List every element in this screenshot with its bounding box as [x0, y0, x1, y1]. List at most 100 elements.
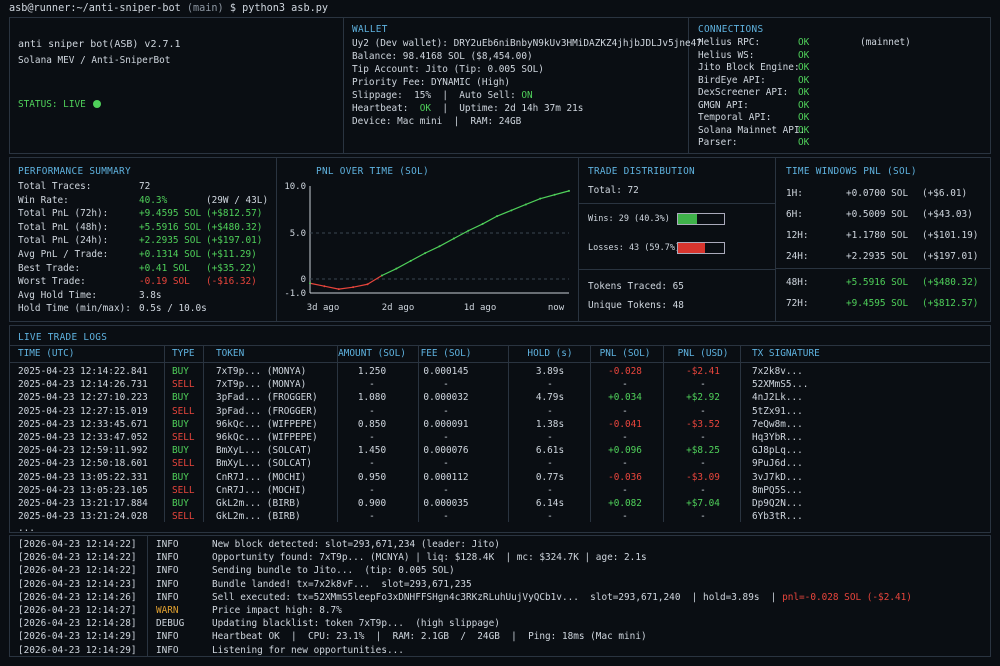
- pnl-data-point: [510, 209, 513, 212]
- pnl-line-segment: [353, 283, 368, 288]
- table-cell: 0.000076: [423, 445, 469, 457]
- console-timestamp: [2026-04-23 12:14:29]: [18, 644, 137, 656]
- table-cell: -: [700, 511, 706, 523]
- table-ellipsis: ...: [18, 523, 35, 534]
- performance-value: +5.5916 SOL: [139, 221, 202, 233]
- table-cell: BmXyL... (SOLCAT): [216, 445, 312, 457]
- console-message: Sending bundle to Jito... (tip: 0.005 SO…: [212, 566, 455, 575]
- connection-name: GMGN API:: [698, 99, 749, 111]
- pnl-line-segment: [540, 194, 555, 200]
- performance-value: +0.1314 SOL: [139, 249, 202, 260]
- y-tick-label: 10.0: [284, 182, 306, 192]
- connection-status: OK: [798, 87, 810, 98]
- time-window-usd: (+$480.32): [922, 277, 979, 288]
- y-tick-label: 5.0: [290, 229, 306, 239]
- pnl-series: [309, 189, 570, 291]
- console-message-text: New block detected: slot=293,671,234 (le…: [212, 539, 500, 550]
- pnl-data-point: [452, 237, 455, 240]
- unique-tokens: Unique Tokens: 48: [588, 300, 684, 311]
- table-cell: -: [443, 379, 449, 391]
- time-window-usd: (+$6.01): [922, 188, 968, 199]
- time-window-sol: +5.5916 SOL: [846, 277, 909, 288]
- divider: [147, 535, 148, 657]
- table-cell: -: [700, 458, 706, 470]
- table-cell: BUY: [172, 471, 189, 483]
- performance-label: Total Traces:: [18, 181, 92, 192]
- pnl-line-chart: 10.0 5.0 0 -1.0 3d ago 2d ago 1d ago now: [284, 182, 570, 313]
- table-cell: 2025-04-23 12:14:26.731: [18, 379, 148, 391]
- prompt-path: :~/anti-sniper-bot: [70, 3, 181, 14]
- time-window-usd: (+$197.01): [922, 251, 979, 262]
- performance-extra: (29W / 43L): [206, 194, 269, 206]
- table-cell: 4nJ2Lk...: [752, 392, 803, 404]
- table-cell: GkL2m... (BIRB): [216, 498, 301, 509]
- console-message-text: Sell executed: tx=52XMmS5leepFo3xDNHFFSH…: [212, 591, 777, 603]
- console-message: Heartbeat OK | CPU: 23.1% | RAM: 2.1GB /…: [212, 632, 647, 641]
- table-cell: CnR7J... (MOCHI): [216, 484, 307, 496]
- table-cell: 2025-04-23 13:21:24.028: [18, 511, 148, 523]
- wallet-line: Balance: 98.4168 SOL ($8,454.00): [352, 51, 533, 62]
- console-timestamp: [2026-04-23 12:14:28]: [18, 618, 137, 630]
- table-cell: 3pFad... (FROGGER): [216, 405, 318, 417]
- connections-title: CONNECTIONS: [698, 24, 764, 35]
- table-cell: 2025-04-23 12:27:10.223: [18, 392, 148, 404]
- performance-label: Best Trade:: [18, 262, 81, 274]
- time-window-usd: (+$812.57): [922, 298, 979, 309]
- table-cell: 6Yb3tR...: [752, 511, 803, 523]
- divider: [776, 268, 991, 269]
- console-message-text: Updating blacklist: token 7xT9p... (high…: [212, 618, 500, 630]
- column-divider: [203, 346, 204, 522]
- console-message: Bundle landed! tx=7x2k8vF... slot=293,67…: [212, 579, 472, 589]
- wallet-slippage-line: Slippage: 15% | Auto Sell: ON: [352, 90, 533, 101]
- divider: [579, 203, 775, 204]
- pnl-data-point: [424, 252, 427, 255]
- wins-bar: [677, 213, 725, 225]
- table-cell: SELL: [172, 432, 195, 443]
- x-tick-label: 3d ago: [307, 303, 340, 313]
- performance-label: Total PnL (72h):: [18, 208, 109, 220]
- performance-value: -0.19 SOL: [139, 276, 190, 288]
- console-level: WARN: [156, 605, 179, 616]
- console-level: INFO: [156, 552, 179, 564]
- trade-distribution-title: TRADE DISTRIBUTION: [588, 166, 695, 177]
- table-cell: 7eQw8m...: [752, 418, 803, 430]
- console-message: Price impact high: 8.7%: [212, 606, 342, 615]
- time-window-sol: +2.2935 SOL: [846, 251, 909, 262]
- pnl-data-point: [438, 245, 441, 248]
- table-cell: 7xT9p... (MONYA): [216, 379, 307, 391]
- pnl-data-point: [409, 259, 412, 262]
- table-cell: BUY: [172, 392, 189, 404]
- performance-extra: (+$197.01): [206, 235, 263, 247]
- console-timestamp: [2026-04-23 12:14:29]: [18, 631, 137, 643]
- pnl-line-segment: [525, 198, 541, 206]
- wallet-heartbeat-line: Heartbeat: OK | Uptime: 2d 14h 37m 21s: [352, 103, 584, 114]
- connection-status: OK: [798, 37, 810, 48]
- trade-logs-title: LIVE TRADE LOGS: [18, 332, 108, 343]
- status-value: LIVE: [63, 99, 86, 110]
- y-tick-label: 0: [301, 275, 306, 285]
- connection-name: BirdEye API:: [698, 74, 766, 86]
- table-header-cell: TYPE: [172, 348, 195, 359]
- table-cell: -: [700, 432, 706, 443]
- performance-value: 72: [139, 181, 151, 192]
- console-message: Listening for new opportunities...: [212, 645, 404, 655]
- performance-extra: (+$812.57): [206, 208, 263, 220]
- heartbeat-value: OK: [419, 103, 432, 114]
- app-subtitle: Solana MEV / Anti-SniperBot: [18, 55, 171, 66]
- console-level: DEBUG: [156, 618, 185, 630]
- app-name: anti sniper bot(ASB) v2.7.1: [18, 39, 181, 50]
- connection-status: OK: [798, 137, 810, 148]
- table-cell: +$7.04: [686, 498, 720, 509]
- console-level: INFO: [156, 631, 179, 643]
- console-message-text: Sending bundle to Jito... (tip: 0.005 SO…: [212, 565, 455, 577]
- slippage-value: 15%: [414, 90, 432, 101]
- table-cell: -$2.41: [686, 366, 720, 377]
- console-timestamp: [2026-04-23 12:14:26]: [18, 591, 137, 603]
- connection-note: (mainnet): [860, 37, 911, 48]
- console-message: Sell executed: tx=52XMmS5leepFo3xDNHFFSH…: [212, 593, 912, 602]
- console-message: Updating blacklist: token 7xT9p... (high…: [212, 619, 500, 628]
- trade-total: Total: 72: [588, 185, 639, 196]
- time-window-label: 48H:: [786, 277, 809, 288]
- performance-label: Total PnL (48h):: [18, 221, 109, 233]
- table-cell: Dp9Q2N...: [752, 498, 803, 509]
